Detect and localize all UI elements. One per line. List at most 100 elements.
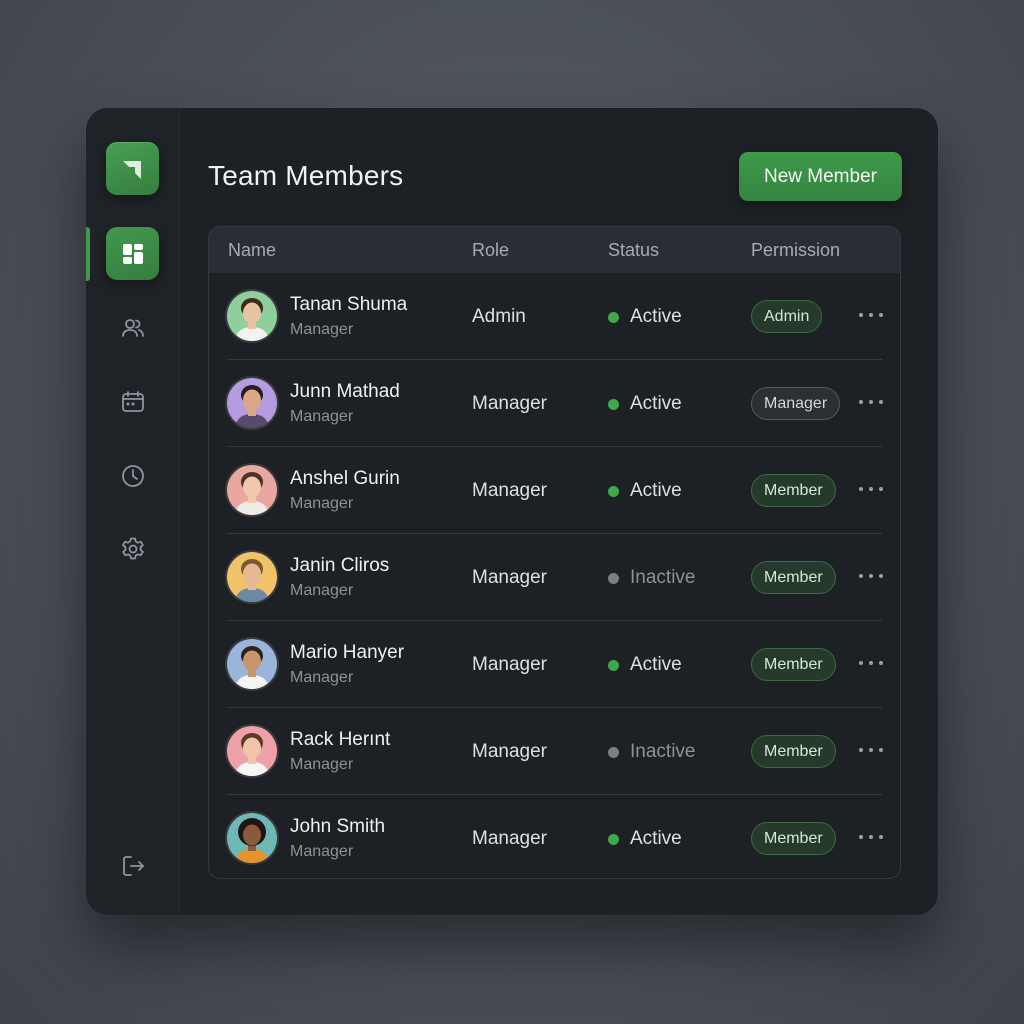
status-indicator: Inactive <box>608 741 695 763</box>
sidebar-item-calendar[interactable] <box>106 375 159 428</box>
status-dot <box>608 398 619 410</box>
new-member-button[interactable]: New Member <box>739 152 902 201</box>
main-content: Team Members New Member Name Role Status… <box>180 108 938 915</box>
more-options-icon[interactable] <box>859 740 883 760</box>
more-options-icon[interactable] <box>859 305 883 325</box>
permission-badge[interactable]: Member <box>751 561 836 594</box>
clock-icon <box>121 464 144 487</box>
more-options-icon[interactable] <box>859 653 883 673</box>
table-row[interactable]: Tanan Shuma Manager Admin Active Admin <box>227 273 883 360</box>
status-dot <box>608 746 619 758</box>
logout-icon <box>122 855 144 876</box>
avatar-portrait <box>227 639 277 689</box>
member-subtitle: Manager <box>290 495 354 512</box>
member-role: Manager <box>472 393 547 414</box>
avatar <box>227 378 277 428</box>
member-name: Junn Mathad <box>290 381 400 402</box>
column-header-permission[interactable]: Permission <box>751 240 840 261</box>
member-name: John Smith <box>290 816 386 837</box>
status-dot <box>608 833 619 845</box>
column-header-role[interactable]: Role <box>472 240 509 261</box>
table-row[interactable]: Janin Cliros Manager Manager Inactive Member <box>227 534 883 621</box>
logo-icon <box>122 160 141 179</box>
column-header-status[interactable]: Status <box>608 240 659 261</box>
avatar <box>227 291 277 341</box>
table-row[interactable]: Anshel Gurin Manager Manager Active Member <box>227 447 883 534</box>
avatar <box>227 639 277 689</box>
sidebar-item-users[interactable] <box>106 301 159 354</box>
sidebar <box>86 108 180 915</box>
avatar-portrait <box>227 726 277 776</box>
users-icon <box>121 318 144 337</box>
permission-badge[interactable]: Member <box>751 822 836 855</box>
status-indicator: Inactive <box>608 567 695 589</box>
column-header-name[interactable]: Name <box>228 240 276 261</box>
status-indicator: Active <box>608 393 682 415</box>
calendar-icon <box>121 390 144 412</box>
sidebar-item-settings[interactable] <box>106 522 159 575</box>
permission-badge[interactable]: Member <box>751 648 836 681</box>
status-text: Active <box>630 480 682 501</box>
status-text: Inactive <box>630 567 696 588</box>
member-role: Manager <box>472 480 547 501</box>
status-dot <box>608 485 619 497</box>
more-options-icon[interactable] <box>859 566 883 586</box>
member-name: Anshel Gurin <box>290 468 400 489</box>
member-name: Janin Cliros <box>290 555 390 576</box>
status-indicator: Active <box>608 306 682 328</box>
avatar <box>227 465 277 515</box>
status-text: Inactive <box>630 741 696 762</box>
active-nav-indicator <box>86 227 90 281</box>
permission-badge[interactable]: Admin <box>751 300 823 333</box>
app-logo[interactable] <box>106 142 159 195</box>
status-indicator: Active <box>608 480 682 502</box>
member-subtitle: Manager <box>290 582 354 599</box>
table-row[interactable]: Rack Herınt Manager Manager Inactive Member <box>227 708 883 795</box>
avatar <box>227 552 277 602</box>
avatar-portrait <box>227 552 277 602</box>
status-dot <box>608 659 619 671</box>
app-window: Team Members New Member Name Role Status… <box>86 108 938 915</box>
member-role: Manager <box>472 567 547 588</box>
member-name: Rack Herınt <box>290 729 391 750</box>
member-role: Manager <box>472 741 547 762</box>
table-row[interactable]: Junn Mathad Manager Manager Active Manager <box>227 360 883 447</box>
member-subtitle: Manager <box>290 321 354 338</box>
gear-icon <box>121 537 144 559</box>
permission-badge[interactable]: Member <box>751 735 836 768</box>
sidebar-item-history[interactable] <box>106 449 159 502</box>
avatar-portrait <box>227 813 277 863</box>
member-name: Mario Hanyer <box>290 642 405 663</box>
member-subtitle: Manager <box>290 843 354 860</box>
avatar-portrait <box>227 465 277 515</box>
dashboard-icon <box>122 243 143 264</box>
status-text: Active <box>630 306 682 327</box>
status-text: Active <box>630 654 682 675</box>
status-dot <box>608 311 619 323</box>
table-row[interactable]: Mario Hanyer Manager Manager Active Member <box>227 621 883 708</box>
avatar-portrait <box>227 378 277 428</box>
member-name: Tanan Shuma <box>290 294 408 315</box>
table-row[interactable]: John Smith Manager Manager Active Member <box>227 795 883 878</box>
member-role: Admin <box>472 306 526 327</box>
permission-badge[interactable]: Member <box>751 474 836 507</box>
avatar <box>227 813 277 863</box>
status-indicator: Active <box>608 654 682 676</box>
member-subtitle: Manager <box>290 756 354 773</box>
more-options-icon[interactable] <box>859 392 883 412</box>
member-role: Manager <box>472 828 547 849</box>
page-title: Team Members <box>208 160 404 191</box>
status-dot <box>608 572 619 584</box>
avatar-portrait <box>227 291 277 341</box>
avatar <box>227 726 277 776</box>
members-table: Name Role Status Permission Tanan Shuma M… <box>208 226 901 879</box>
status-text: Active <box>630 393 682 414</box>
member-subtitle: Manager <box>290 669 354 686</box>
more-options-icon[interactable] <box>859 827 883 847</box>
table-header: Name Role Status Permission <box>209 227 900 273</box>
more-options-icon[interactable] <box>859 479 883 499</box>
permission-badge[interactable]: Manager <box>751 387 841 420</box>
sidebar-item-dashboard[interactable] <box>106 227 159 280</box>
sidebar-item-logout[interactable] <box>106 839 159 892</box>
status-indicator: Active <box>608 828 682 850</box>
